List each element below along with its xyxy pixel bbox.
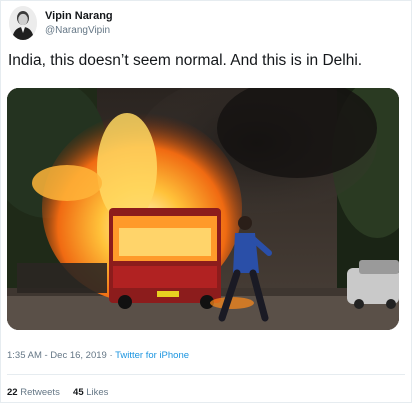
likes-count: 45 [73,387,84,398]
retweets-stat[interactable]: 22 Retweets [7,387,60,398]
retweets-count: 22 [7,387,18,398]
tweet-source[interactable]: Twitter for iPhone [115,350,189,361]
likes-label: Likes [86,387,109,398]
profile-photo [9,6,37,40]
author-name[interactable]: Vipin Narang [45,10,113,22]
tweet-timestamp[interactable]: 1:35 AM - Dec 16, 2019 [7,350,107,361]
burning-bus-photo [7,88,399,330]
tweet-card: Vipin Narang @NarangVipin India, this do… [0,0,412,403]
meta-separator: · [106,350,116,361]
divider [7,374,405,375]
likes-stat[interactable]: 45 Likes [73,387,108,398]
retweets-label: Retweets [20,387,60,398]
tweet-text: India, this doesn’t seem normal. And thi… [8,52,363,69]
tweet-stats: 22 Retweets 45 Likes [7,387,108,398]
tweet-meta: 1:35 AM - Dec 16, 2019 · Twitter for iPh… [7,350,189,361]
author-handle[interactable]: @NarangVipin [45,25,110,36]
tweet-media[interactable] [7,88,399,330]
avatar[interactable] [9,6,37,40]
